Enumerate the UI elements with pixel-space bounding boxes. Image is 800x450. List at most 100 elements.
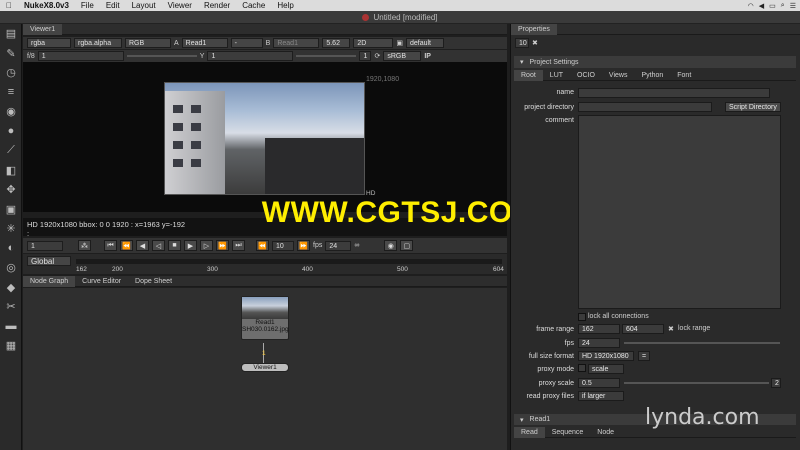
project-directory-field[interactable]: [578, 102, 712, 112]
zoom-dropdown[interactable]: 5.62: [322, 38, 351, 48]
lock-range-checkbox[interactable]: ✖: [668, 325, 674, 333]
metadata-tool-icon[interactable]: ◆: [0, 278, 22, 298]
prev-frame-icon[interactable]: ◀: [136, 240, 149, 251]
loop-icon[interactable]: ∞: [354, 242, 359, 249]
tab-lut[interactable]: LUT: [543, 70, 570, 81]
menu-cache[interactable]: Cache: [236, 1, 271, 10]
frame-end-field[interactable]: 604: [622, 324, 664, 334]
ip-button[interactable]: IP: [424, 53, 431, 60]
image-tool-icon[interactable]: ▤: [0, 24, 22, 44]
name-field[interactable]: [578, 88, 770, 98]
refresh-icon[interactable]: ⟳: [374, 52, 380, 60]
proxy-mode-checkbox[interactable]: [578, 364, 586, 372]
search-icon[interactable]: ⌕: [781, 2, 785, 10]
lut-dropdown[interactable]: default: [405, 38, 444, 48]
full-size-format-dropdown[interactable]: HD 1920x1080: [578, 351, 634, 361]
tab-node-graph[interactable]: Node Graph: [23, 275, 76, 287]
max-panels-field[interactable]: 10: [515, 38, 529, 48]
fps-prop-field[interactable]: 24: [578, 338, 620, 348]
app-menu[interactable]: NukeX8.0v3: [18, 1, 75, 10]
current-frame-field[interactable]: 1: [27, 240, 63, 251]
wifi-icon[interactable]: ◠: [748, 2, 754, 10]
gamma-slider[interactable]: [296, 55, 357, 57]
tab-font[interactable]: Font: [670, 70, 698, 81]
views-tool-icon[interactable]: ◎: [0, 258, 22, 278]
proxy-scale-slider[interactable]: [624, 382, 769, 384]
flipbook-icon[interactable]: ▢: [400, 240, 414, 251]
first-frame-icon[interactable]: ⏮: [104, 240, 117, 251]
proxy-mode-dropdown[interactable]: scale: [588, 364, 624, 374]
time-tool-icon[interactable]: ◷: [0, 63, 22, 83]
viewer-lut-dropdown[interactable]: sRGB: [383, 51, 422, 61]
list-icon[interactable]: ☰: [790, 2, 796, 10]
color-tool-icon[interactable]: ◉: [0, 102, 22, 122]
menu-layout[interactable]: Layout: [126, 1, 162, 10]
frame-range-icon[interactable]: ⁂: [78, 240, 91, 251]
other-tool-icon[interactable]: ▬: [0, 317, 22, 337]
clear-panels-icon[interactable]: ✖: [532, 39, 538, 47]
alpha-dropdown[interactable]: rgba.alpha: [74, 38, 122, 48]
toolsets-tool-icon[interactable]: ✂: [0, 297, 22, 317]
filter-tool-icon[interactable]: ●: [0, 122, 22, 142]
fstop-label[interactable]: f/8: [27, 53, 35, 60]
format-edit-button[interactable]: =: [638, 351, 650, 361]
increment-field[interactable]: 10: [272, 240, 294, 251]
deep-tool-icon[interactable]: ◐: [0, 239, 22, 259]
frame-start-field[interactable]: 162: [578, 324, 620, 334]
viewer1-node[interactable]: Viewer1: [241, 363, 289, 372]
input-a-dropdown[interactable]: Read1: [181, 38, 228, 48]
stop-icon[interactable]: ■: [168, 240, 181, 251]
proxy-scale-field[interactable]: 0.5: [578, 378, 620, 388]
script-directory-button[interactable]: Script Directory: [725, 102, 781, 112]
tab-views[interactable]: Views: [602, 70, 635, 81]
tab-read[interactable]: Read: [514, 426, 545, 438]
menu-render[interactable]: Render: [198, 1, 236, 10]
menu-edit[interactable]: Edit: [100, 1, 126, 10]
menu-file[interactable]: File: [75, 1, 100, 10]
record-icon[interactable]: ◉: [384, 240, 398, 251]
colorspace-dropdown[interactable]: RGB: [125, 38, 171, 48]
read1-collapse-icon[interactable]: ▾: [520, 416, 524, 424]
menu-help[interactable]: Help: [271, 1, 299, 10]
input-b-dropdown[interactable]: Read1: [273, 38, 320, 48]
furnace-tool-icon[interactable]: ▦: [0, 336, 22, 356]
fps-field[interactable]: 24: [325, 240, 352, 251]
prev-keyframe-icon[interactable]: ⏪: [120, 240, 133, 251]
skip-back-icon[interactable]: ⏪: [256, 240, 269, 251]
menu-viewer[interactable]: Viewer: [162, 1, 198, 10]
draw-tool-icon[interactable]: ✎: [0, 44, 22, 64]
channel-tool-icon[interactable]: ≡: [0, 83, 22, 103]
tab-ocio[interactable]: OCIO: [570, 70, 602, 81]
next-keyframe-icon[interactable]: ⏩: [216, 240, 229, 251]
apple-icon[interactable]: : [0, 1, 18, 10]
comment-textarea[interactable]: [578, 115, 781, 309]
input-a-op-dropdown[interactable]: -: [230, 38, 263, 48]
tab-root[interactable]: Root: [514, 69, 543, 81]
play-forward-icon[interactable]: ▶: [184, 240, 197, 251]
channels-dropdown[interactable]: rgba: [27, 38, 71, 48]
tab-properties[interactable]: Properties: [511, 23, 557, 35]
gain-field[interactable]: 1: [37, 51, 124, 61]
read-proxy-files-dropdown[interactable]: if larger: [578, 391, 624, 401]
tab-curve-editor[interactable]: Curve Editor: [75, 276, 128, 287]
skip-forward-icon[interactable]: ⏩: [297, 240, 310, 251]
tab-python[interactable]: Python: [634, 70, 670, 81]
timeline-track[interactable]: [76, 259, 502, 264]
keyer-tool-icon[interactable]: ⟋: [0, 141, 22, 161]
gamma-field[interactable]: 1: [207, 51, 294, 61]
range-mode-dropdown[interactable]: Global: [27, 256, 71, 266]
battery-icon[interactable]: ▭: [769, 2, 776, 10]
fps-slider[interactable]: [624, 342, 780, 344]
merge-tool-icon[interactable]: ◧: [0, 161, 22, 181]
last-frame-icon[interactable]: ⏭: [232, 240, 245, 251]
lock-connections-checkbox[interactable]: [578, 313, 586, 321]
tab-node[interactable]: Node: [590, 427, 621, 438]
tab-sequence[interactable]: Sequence: [545, 427, 591, 438]
read1-node[interactable]: Read1 SH030.0162.jpg: [241, 296, 289, 340]
tab-dope-sheet[interactable]: Dope Sheet: [128, 276, 179, 287]
next-frame-icon[interactable]: ▷: [200, 240, 213, 251]
play-backward-icon[interactable]: ◁: [152, 240, 165, 251]
camera-icon[interactable]: ▣: [396, 39, 403, 47]
frame-count-field[interactable]: 1: [359, 51, 372, 61]
volume-icon[interactable]: ◀: [759, 2, 764, 10]
